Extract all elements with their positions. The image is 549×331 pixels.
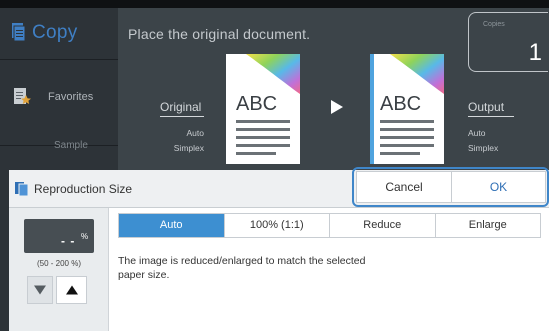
output-sides: Simplex (468, 143, 499, 153)
app-title: Copy (32, 22, 78, 43)
tab-100-percent[interactable]: 100% (1:1) (223, 214, 329, 237)
original-document-icon: ABC (226, 54, 300, 164)
percent-display[interactable]: - - % (24, 219, 94, 253)
favorites-label: Favorites (48, 91, 94, 103)
dialog-title: Reproduction Size (34, 182, 133, 196)
output-label: Output (468, 100, 514, 117)
original-settings: Auto Simplex (150, 126, 204, 156)
increase-button[interactable] (56, 276, 87, 304)
reproduction-size-dialog: Reproduction Size Cancel OK - - % (50 - … (9, 167, 549, 331)
copies-value: 1 (528, 39, 542, 66)
percent-unit: % (81, 232, 89, 241)
instruction-message: Place the original document. (128, 26, 311, 42)
sidebar-item-favorites[interactable]: Favorites (0, 60, 118, 146)
arrow-right-icon (331, 100, 343, 114)
output-document-icon: ABC (370, 54, 444, 164)
tab-reduce[interactable]: Reduce (329, 214, 435, 237)
up-triangle-icon (65, 285, 78, 295)
percent-panel: - - % (50 - 200 %) (9, 208, 109, 331)
percent-range: (50 - 200 %) (36, 259, 82, 268)
cancel-button[interactable]: Cancel (356, 171, 452, 203)
output-mode: Auto (468, 128, 486, 138)
tab-enlarge[interactable]: Enlarge (434, 214, 540, 237)
dialog-header: Reproduction Size Cancel OK (9, 167, 549, 208)
dialog-body: - - % (50 - 200 %) Auto 100% (1:1) Reduc… (9, 208, 549, 331)
percent-value: - - (61, 234, 76, 248)
status-bar (0, 0, 549, 8)
app-tile-copy[interactable]: Copy (0, 8, 118, 60)
original-doc-text: ABC (236, 93, 277, 115)
size-mode-tabs: Auto 100% (1:1) Reduce Enlarge (118, 213, 541, 238)
copies-label: Copies (483, 21, 505, 28)
sample-label: Sample (54, 140, 88, 151)
favorites-icon (14, 88, 31, 104)
reproduction-size-icon (15, 182, 28, 196)
ok-button[interactable]: OK (452, 171, 546, 203)
original-mode: Auto (186, 128, 205, 138)
decrease-button[interactable] (27, 276, 53, 304)
tab-auto[interactable]: Auto (119, 214, 224, 237)
original-label: Original (160, 100, 204, 117)
output-doc-text: ABC (380, 93, 421, 115)
original-sides: Simplex (173, 143, 204, 153)
copies-box[interactable]: Copies 1 (468, 12, 548, 72)
output-settings: Auto Simplex (468, 126, 498, 156)
mode-description: The image is reduced/enlarged to match t… (118, 255, 366, 281)
down-triangle-icon (34, 285, 46, 295)
copy-icon (12, 23, 26, 42)
